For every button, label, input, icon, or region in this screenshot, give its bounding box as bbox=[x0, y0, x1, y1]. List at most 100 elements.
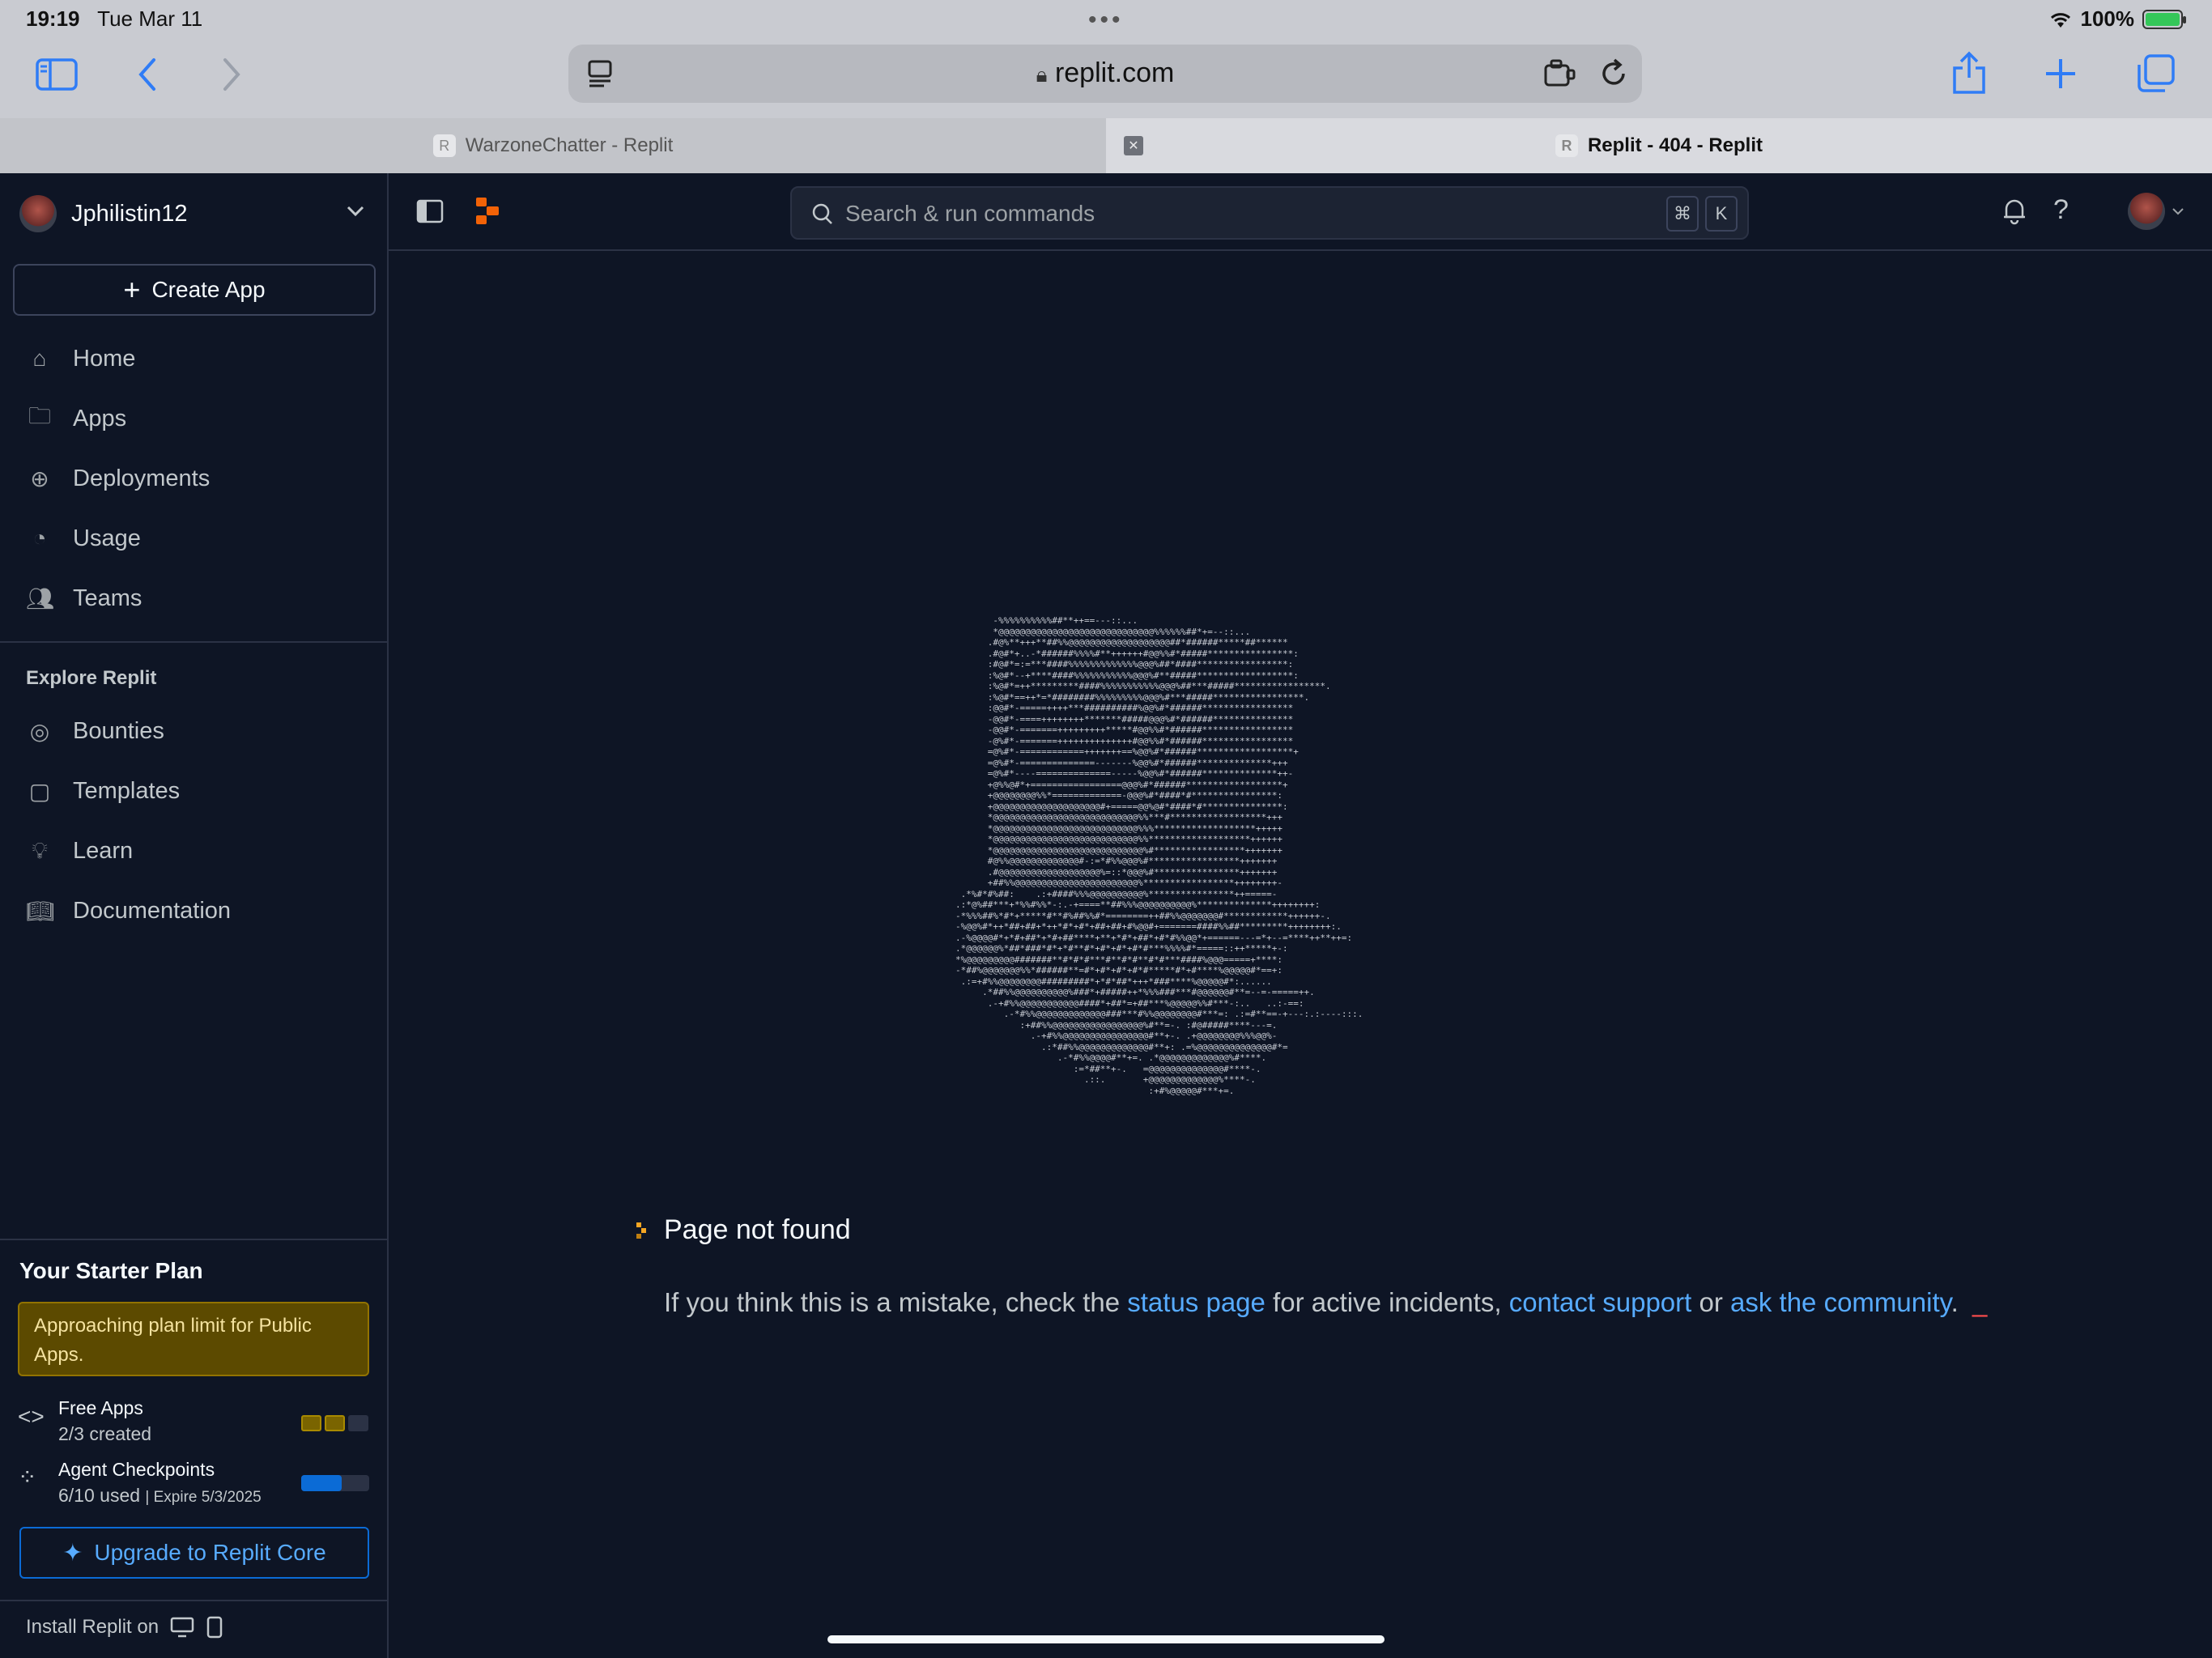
upgrade-label: Upgrade to Replit Core bbox=[94, 1540, 326, 1565]
community-link[interactable]: ask the community bbox=[1730, 1287, 1951, 1317]
plan-title: Your Starter Plan bbox=[19, 1258, 203, 1283]
share-icon[interactable] bbox=[1951, 50, 1987, 96]
sidebar-item-bounties[interactable]: ◎ Bounties bbox=[0, 701, 387, 761]
lock-icon: 🔒︎ bbox=[1036, 62, 1048, 87]
divider bbox=[0, 1600, 387, 1601]
template-icon: ▢ bbox=[28, 778, 51, 804]
nav-label: Bounties bbox=[73, 717, 164, 744]
sidebar-toggle-icon[interactable] bbox=[36, 58, 78, 91]
chevron-down-icon bbox=[347, 206, 364, 217]
plan-warning: Approaching plan limit for Public Apps. bbox=[18, 1302, 369, 1376]
mobile-icon[interactable] bbox=[206, 1616, 223, 1639]
main-nav: ⌂ Home 🗀︎ Apps ⊕ Deployments ◔ Usage 👥︎ Teams bbox=[0, 329, 387, 628]
nav-label: Documentation bbox=[73, 897, 232, 924]
msg-text: or bbox=[1691, 1287, 1731, 1317]
new-tab-icon[interactable] bbox=[2044, 57, 2078, 91]
sidebar-item-learn[interactable]: 💡︎ Learn bbox=[0, 821, 387, 881]
folder-icon: 🗀︎ bbox=[28, 403, 51, 428]
msg-text: for active incidents, bbox=[1265, 1287, 1509, 1317]
battery-icon bbox=[2142, 9, 2186, 29]
replit-logo-icon[interactable] bbox=[474, 196, 500, 227]
divider bbox=[0, 1239, 387, 1240]
reload-icon[interactable] bbox=[1598, 57, 1629, 90]
username: Jphilistin12 bbox=[71, 200, 188, 227]
gauge-icon: ◔ bbox=[32, 525, 47, 551]
create-app-label: Create App bbox=[151, 277, 266, 302]
desktop-icon[interactable] bbox=[170, 1617, 194, 1638]
explore-title: Explore Replit bbox=[26, 667, 157, 689]
help-icon[interactable]: ? bbox=[2053, 194, 2069, 226]
tab-close-icon[interactable]: ✕ bbox=[1124, 136, 1143, 155]
checkpoints-bar bbox=[301, 1475, 369, 1491]
sidebar-item-usage[interactable]: ◔ Usage bbox=[0, 508, 387, 568]
tab-warzonechatter[interactable]: R WarzoneChatter - Replit bbox=[0, 118, 1106, 173]
checkpoints-label: Agent Checkpoints bbox=[58, 1459, 215, 1480]
target-icon: ◎ bbox=[29, 718, 50, 744]
forward-icon[interactable] bbox=[220, 57, 243, 92]
search-bar[interactable]: Search & run commands ⌘ K bbox=[790, 186, 1749, 240]
blinking-cursor: _ bbox=[1972, 1287, 1988, 1317]
chevron-down-icon[interactable] bbox=[2172, 207, 2184, 215]
error-message: If you think this is a mistake, check th… bbox=[664, 1287, 1987, 1318]
status-page-link[interactable]: status page bbox=[1127, 1287, 1266, 1317]
page-title: Page not found bbox=[664, 1214, 851, 1245]
search-placeholder: Search & run commands bbox=[845, 201, 1095, 226]
status-time: 19:19 Tue Mar 11 bbox=[26, 6, 203, 31]
free-apps-segment bbox=[348, 1415, 368, 1431]
upgrade-button[interactable]: ✦ Upgrade to Replit Core bbox=[19, 1527, 369, 1579]
divider bbox=[0, 641, 387, 643]
cmd-key: ⌘ bbox=[1666, 196, 1699, 232]
address-bar[interactable]: 🔒︎ replit.com bbox=[568, 45, 1642, 103]
sidebar: Jphilistin12 + Create App ⌂ Home 🗀︎ Apps ⊕… bbox=[0, 173, 389, 1658]
home-icon: ⌂ bbox=[32, 346, 47, 371]
sidebar-item-apps[interactable]: 🗀︎ Apps bbox=[0, 389, 387, 449]
k-key: K bbox=[1705, 196, 1738, 232]
prompt-icon bbox=[636, 1222, 646, 1239]
avatar[interactable] bbox=[2128, 193, 2165, 230]
bell-icon[interactable] bbox=[2001, 196, 2027, 225]
nav-label: Apps bbox=[73, 405, 127, 432]
replit-favicon-icon: R bbox=[1555, 134, 1578, 157]
tab-overview-icon[interactable] bbox=[2136, 53, 2176, 94]
deploy-icon: ⊕ bbox=[30, 466, 49, 491]
tab-replit-404[interactable]: ✕ R Replit - 404 - Replit bbox=[1106, 118, 2212, 173]
explore-nav: ◎ Bounties ▢ Templates 💡︎ Learn 📖︎ Documenta… bbox=[0, 701, 387, 941]
users-icon: 👥︎ bbox=[26, 585, 55, 611]
sidebar-item-home[interactable]: ⌂ Home bbox=[0, 329, 387, 389]
free-apps-segment bbox=[325, 1415, 345, 1431]
home-indicator[interactable] bbox=[827, 1635, 1385, 1643]
nav-label: Templates bbox=[73, 777, 181, 804]
checkpoints-bar-fill bbox=[301, 1475, 342, 1491]
status-date: Tue Mar 11 bbox=[97, 6, 203, 31]
status-right: 100% bbox=[2048, 6, 2186, 32]
code-icon: <> bbox=[18, 1404, 45, 1429]
back-icon[interactable] bbox=[136, 57, 159, 92]
battery-percent: 100% bbox=[2080, 6, 2135, 31]
sidebar-item-teams[interactable]: 👥︎ Teams bbox=[0, 568, 387, 628]
search-icon bbox=[812, 203, 832, 224]
multitask-dots-icon[interactable]: ••• bbox=[1088, 6, 1124, 34]
agent-icon: ⁘ bbox=[18, 1465, 37, 1490]
msg-text: If you think this is a mistake, check th… bbox=[664, 1287, 1128, 1317]
checkpoints-expire: | Expire 5/3/2025 bbox=[145, 1489, 262, 1506]
book-icon: 📖︎ bbox=[26, 898, 55, 924]
tab-strip: R WarzoneChatter - Replit ✕ R Replit - 4… bbox=[0, 118, 2212, 173]
ascii-art-hat: -%%%%%%%%%%##**++==---::... *@@@@@@@@@@@… bbox=[955, 615, 1363, 1096]
nav-label: Home bbox=[73, 345, 136, 372]
url-text: 🔒︎ replit.com bbox=[1036, 57, 1175, 88]
sparkle-icon: ✦ bbox=[62, 1539, 83, 1567]
contact-support-link[interactable]: contact support bbox=[1509, 1287, 1692, 1317]
free-apps-label: Free Apps bbox=[58, 1397, 143, 1418]
free-apps-value: 2/3 created bbox=[58, 1423, 152, 1444]
nav-label: Usage bbox=[73, 525, 141, 551]
avatar bbox=[19, 195, 57, 232]
sidebar-item-documentation[interactable]: 📖︎ Documentation bbox=[0, 881, 387, 941]
sidebar-item-templates[interactable]: ▢ Templates bbox=[0, 761, 387, 821]
workspace-topbar: Search & run commands ⌘ K ? bbox=[389, 173, 2212, 251]
sidebar-collapse-icon[interactable] bbox=[416, 199, 444, 223]
msg-text: . bbox=[1950, 1287, 1959, 1317]
create-app-button[interactable]: + Create App bbox=[13, 264, 376, 316]
extension-icon[interactable] bbox=[1543, 59, 1577, 88]
sidebar-item-deployments[interactable]: ⊕ Deployments bbox=[0, 449, 387, 508]
account-switcher[interactable]: Jphilistin12 bbox=[19, 193, 376, 235]
